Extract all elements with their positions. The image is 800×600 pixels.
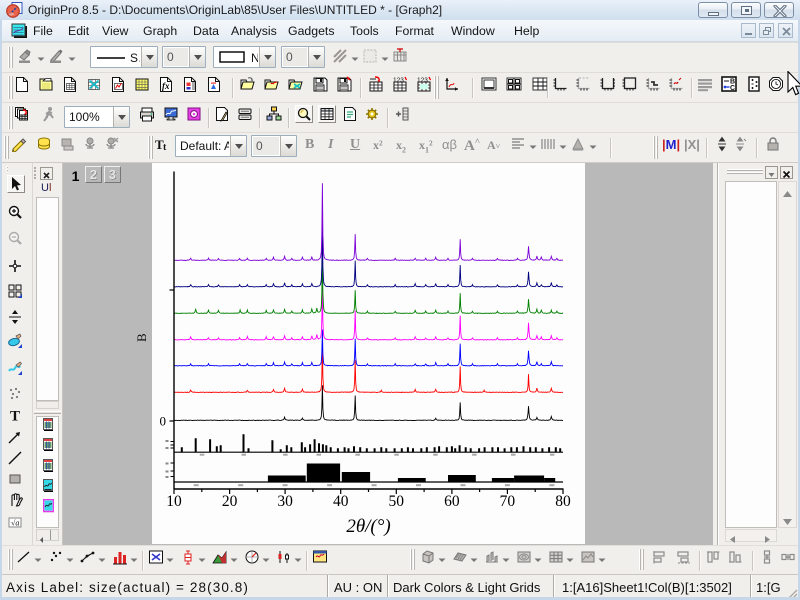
svg-text:0: 0 — [160, 414, 167, 429]
svg-text:30: 30 — [277, 493, 293, 510]
svg-text:fx: fx — [162, 81, 170, 91]
svg-text:2θ/(°): 2θ/(°) — [346, 516, 390, 537]
svg-text:T: T — [10, 409, 20, 424]
svg-text:C: C — [730, 85, 735, 92]
svg-text:70: 70 — [500, 493, 516, 510]
svg-text:60: 60 — [444, 493, 460, 510]
svg-text:50: 50 — [389, 493, 405, 510]
svg-text:t: t — [163, 142, 167, 152]
svg-text:80: 80 — [555, 493, 571, 510]
svg-text:10: 10 — [166, 493, 182, 510]
svg-text:40: 40 — [333, 493, 349, 510]
svg-text:20: 20 — [222, 493, 238, 510]
svg-text:√a: √a — [11, 519, 19, 528]
